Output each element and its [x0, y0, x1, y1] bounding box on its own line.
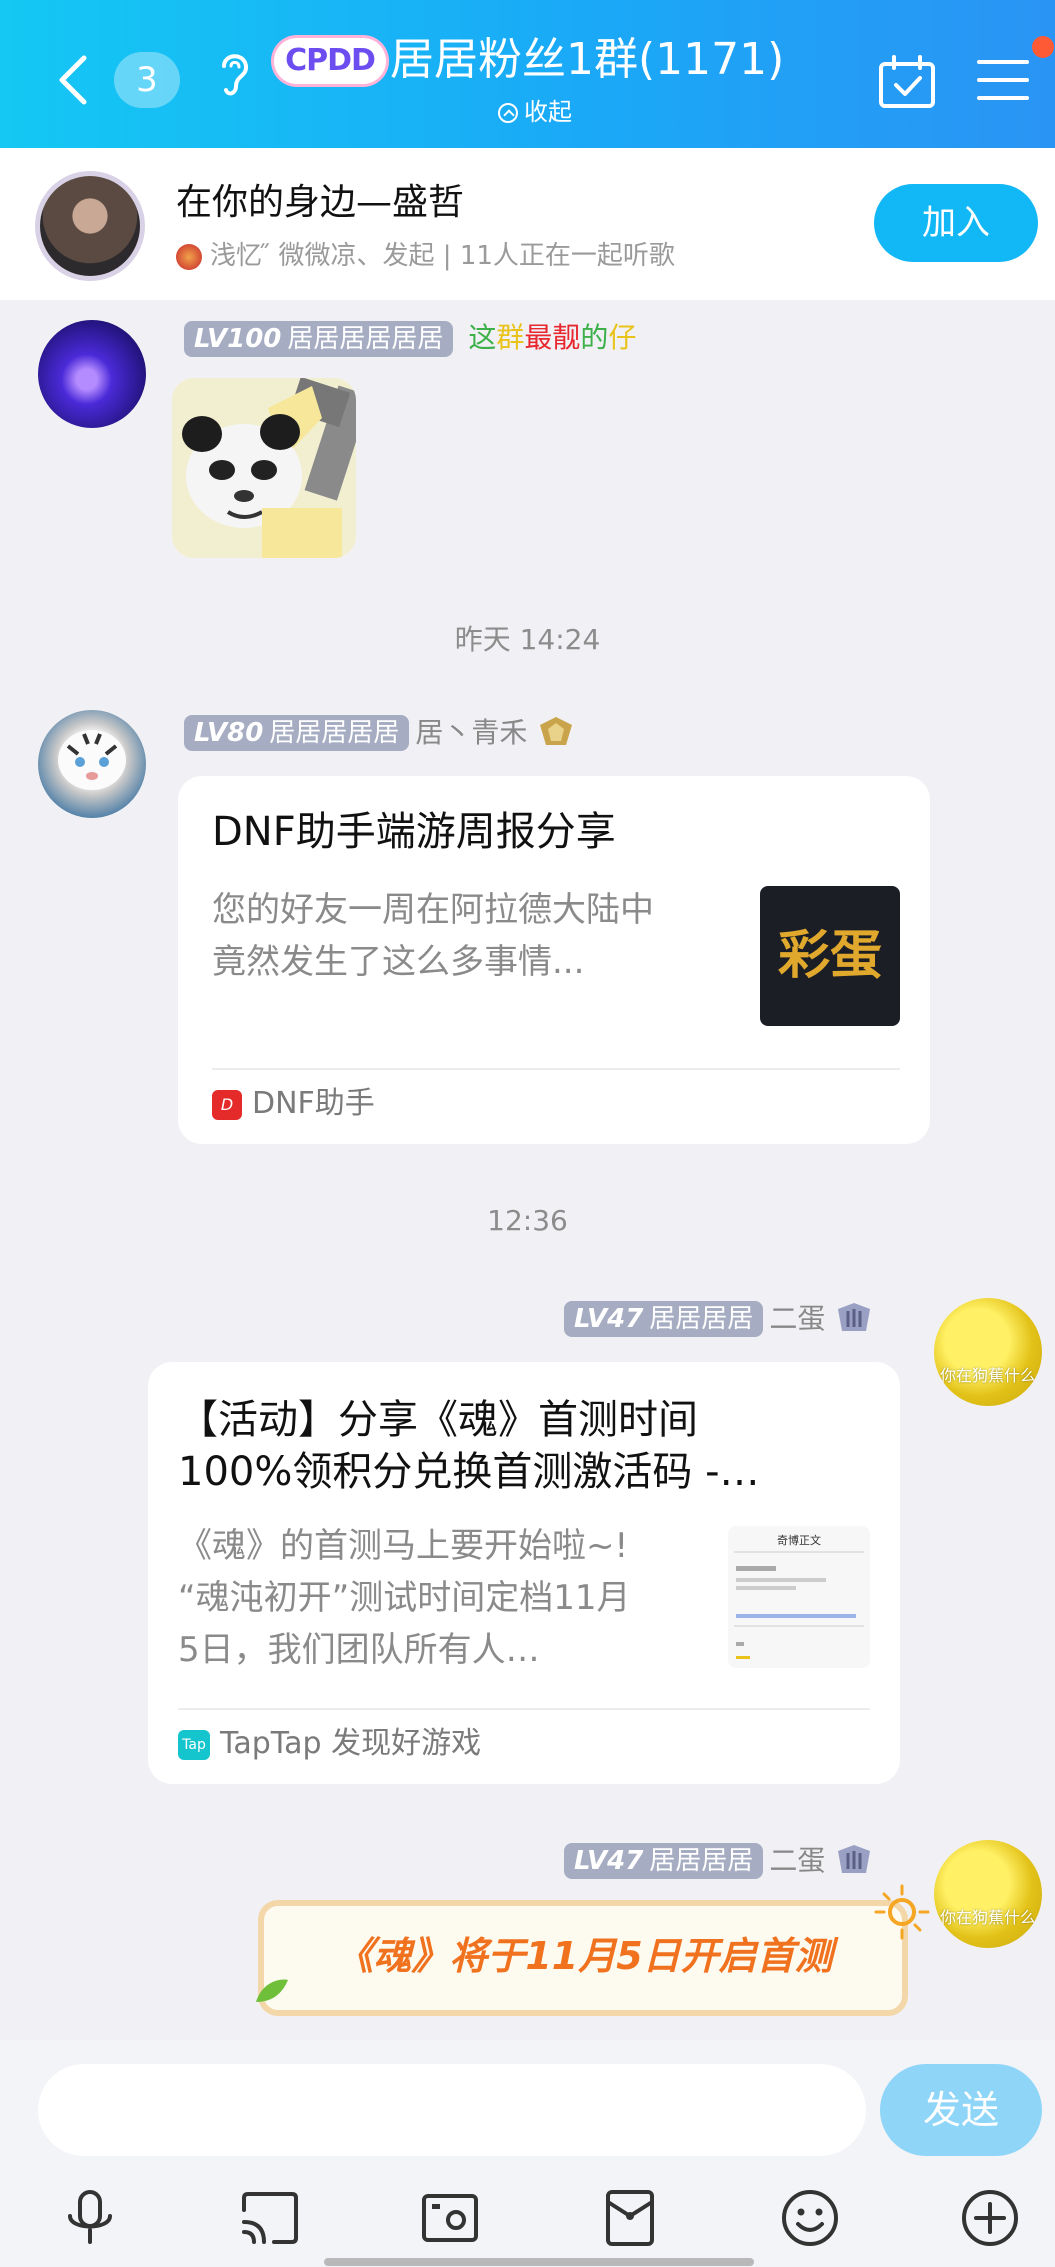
cpdd-logo: CPDD — [274, 38, 386, 84]
card-title: DNF助手端游周报分享 — [212, 809, 616, 855]
join-button[interactable]: 加入 — [874, 184, 1038, 262]
back-arrow-icon[interactable] — [54, 52, 94, 108]
level-badge: LV47 居居居居 — [564, 1843, 764, 1879]
rainbow-char: 仔 — [608, 321, 637, 354]
card-thumbnail: 奇博正文 — [728, 1526, 870, 1668]
avatar[interactable] — [38, 320, 146, 428]
avatar-caption: 你在狗蕉什么 — [939, 1908, 1036, 1927]
sender-line: LV47 居居居居 二蛋 — [564, 1840, 874, 1880]
red-packet-icon[interactable] — [598, 2186, 662, 2250]
notification-dot — [1032, 36, 1054, 58]
card-title-line: 100%领积分兑换首测激活码 -… — [178, 1449, 760, 1495]
chevron-up-circle-icon — [498, 103, 518, 123]
level-number: LV100 — [194, 324, 282, 354]
avatar[interactable]: 你在狗蕉什么 — [934, 1298, 1042, 1406]
card-source-label: TapTap 发现好游戏 — [220, 1726, 482, 1761]
card-source: D DNF助手 — [212, 1084, 375, 1124]
menu-icon[interactable] — [976, 58, 1030, 102]
unread-count-badge[interactable]: 3 — [114, 52, 180, 108]
member-title: 居居居居 — [649, 1304, 754, 1334]
level-badge: LV47 居居居居 — [564, 1301, 764, 1337]
member-title: 居居居居 — [649, 1846, 754, 1876]
card-desc-line: 竟然发生了这么多事情... — [212, 942, 585, 982]
photo-icon[interactable] — [418, 2186, 482, 2250]
initiator-avatar — [176, 243, 202, 270]
card-divider — [212, 1068, 900, 1070]
group-title[interactable]: 居居粉丝1群(1171) — [390, 30, 784, 90]
rainbow-char: 这 — [468, 321, 497, 354]
home-indicator[interactable] — [324, 2258, 754, 2266]
message-input[interactable] — [38, 2064, 866, 2156]
card-title-line: 【活动】分享《魂》首测时间 — [178, 1397, 698, 1443]
leaf-decoration-icon — [256, 1979, 288, 2002]
honor-badge-icon — [838, 1303, 871, 1331]
share-card-dnf[interactable]: DNF助手端游周报分享 您的好友一周在阿拉德大陆中 竟然发生了这么多事情... … — [178, 776, 930, 1144]
card-divider — [178, 1708, 870, 1710]
level-number: LV80 — [194, 718, 264, 748]
plus-icon[interactable] — [958, 2186, 1022, 2250]
thumbnail-text: 彩蛋 — [777, 926, 882, 986]
send-button[interactable]: 发送 — [880, 2064, 1042, 2156]
sun-decoration-icon — [874, 1884, 930, 1940]
level-badge: LV80 居居居居居 — [184, 715, 410, 751]
card-desc-line: 您的好友一周在阿拉德大陆中 — [212, 890, 654, 930]
rainbow-char: 最 — [524, 321, 553, 354]
card-desc-line: “魂沌初开”测试时间定档11月 — [178, 1578, 631, 1618]
song-avatar — [40, 176, 140, 276]
sender-line: LV100 居居居居居居 这群最靓的仔 — [184, 318, 636, 358]
card-source-label: DNF助手 — [252, 1086, 375, 1121]
collapse-label: 收起 — [524, 98, 572, 126]
listen-subtitle: 浅忆 ̋ 微微凉、发起 | 11人正在一起听歌 — [176, 236, 675, 276]
avatar[interactable] — [38, 710, 146, 818]
calendar-check-icon[interactable] — [876, 52, 940, 112]
nickname: 二蛋 — [769, 1844, 826, 1877]
honor-badge-icon — [540, 717, 573, 745]
emoji-icon[interactable] — [778, 2186, 842, 2250]
screen-cast-icon[interactable] — [238, 2186, 302, 2250]
timestamp: 昨天 14:24 — [454, 623, 601, 656]
banner-bubble[interactable]: 《魂》将于11月5日开启首测 — [258, 1900, 908, 2016]
level-badge: LV100 居居居居居居 — [184, 321, 454, 357]
panda-meme-sticker[interactable] — [172, 378, 356, 558]
timestamp: 12:36 — [487, 1204, 568, 1237]
listen-together-bar[interactable]: 在你的身边—盛哲 浅忆 ̋ 微微凉、发起 | 11人正在一起听歌 加入 — [0, 148, 1055, 300]
card-desc-line: 《魂》的首测马上要开始啦~! — [178, 1526, 629, 1566]
dnf-app-icon: D — [212, 1089, 242, 1120]
member-title: 居居居居居居 — [287, 324, 444, 354]
rainbow-char: 的 — [580, 321, 609, 354]
sender-line: LV80 居居居居居 居丶青禾 — [184, 712, 576, 752]
banner-text: 《魂》将于11月5日开启首测 — [335, 1934, 833, 1978]
avatar-caption: 你在狗蕉什么 — [939, 1366, 1036, 1385]
rainbow-nickname: 这群最靓的仔 — [468, 321, 636, 354]
ear-icon[interactable] — [214, 44, 254, 100]
nickname: 二蛋 — [769, 1302, 826, 1335]
rainbow-char: 群 — [496, 321, 525, 354]
listen-subtitle-text: 浅忆 ̋ 微微凉、发起 | 11人正在一起听歌 — [210, 241, 675, 271]
card-source: Tap TapTap 发现好游戏 — [178, 1724, 481, 1764]
sender-line: LV47 居居居居 二蛋 — [564, 1298, 874, 1338]
chat-header: 3 CPDD 居居粉丝1群(1171) 收起 — [0, 0, 1055, 148]
share-card-taptap[interactable]: 【活动】分享《魂》首测时间 100%领积分兑换首测激活码 -… 《魂》的首测马上… — [148, 1362, 900, 1784]
level-number: LV47 — [574, 1846, 644, 1876]
input-bar: 发送 — [0, 2040, 1055, 2267]
taptap-app-icon: Tap — [178, 1729, 210, 1760]
rainbow-char: 靓 — [552, 321, 581, 354]
avatar[interactable]: 你在狗蕉什么 — [934, 1840, 1042, 1948]
nickname: 居丶青禾 — [415, 716, 528, 749]
collapse-button[interactable]: 收起 — [498, 94, 572, 130]
card-thumbnail: 彩蛋 — [760, 886, 900, 1026]
song-title: 在你的身边—盛哲 — [176, 182, 465, 223]
member-title: 居居居居居 — [269, 718, 400, 748]
microphone-icon[interactable] — [58, 2186, 122, 2250]
honor-badge-icon — [838, 1845, 871, 1873]
level-number: LV47 — [574, 1304, 644, 1334]
card-desc-line: 5日，我们团队所有人… — [178, 1630, 540, 1670]
